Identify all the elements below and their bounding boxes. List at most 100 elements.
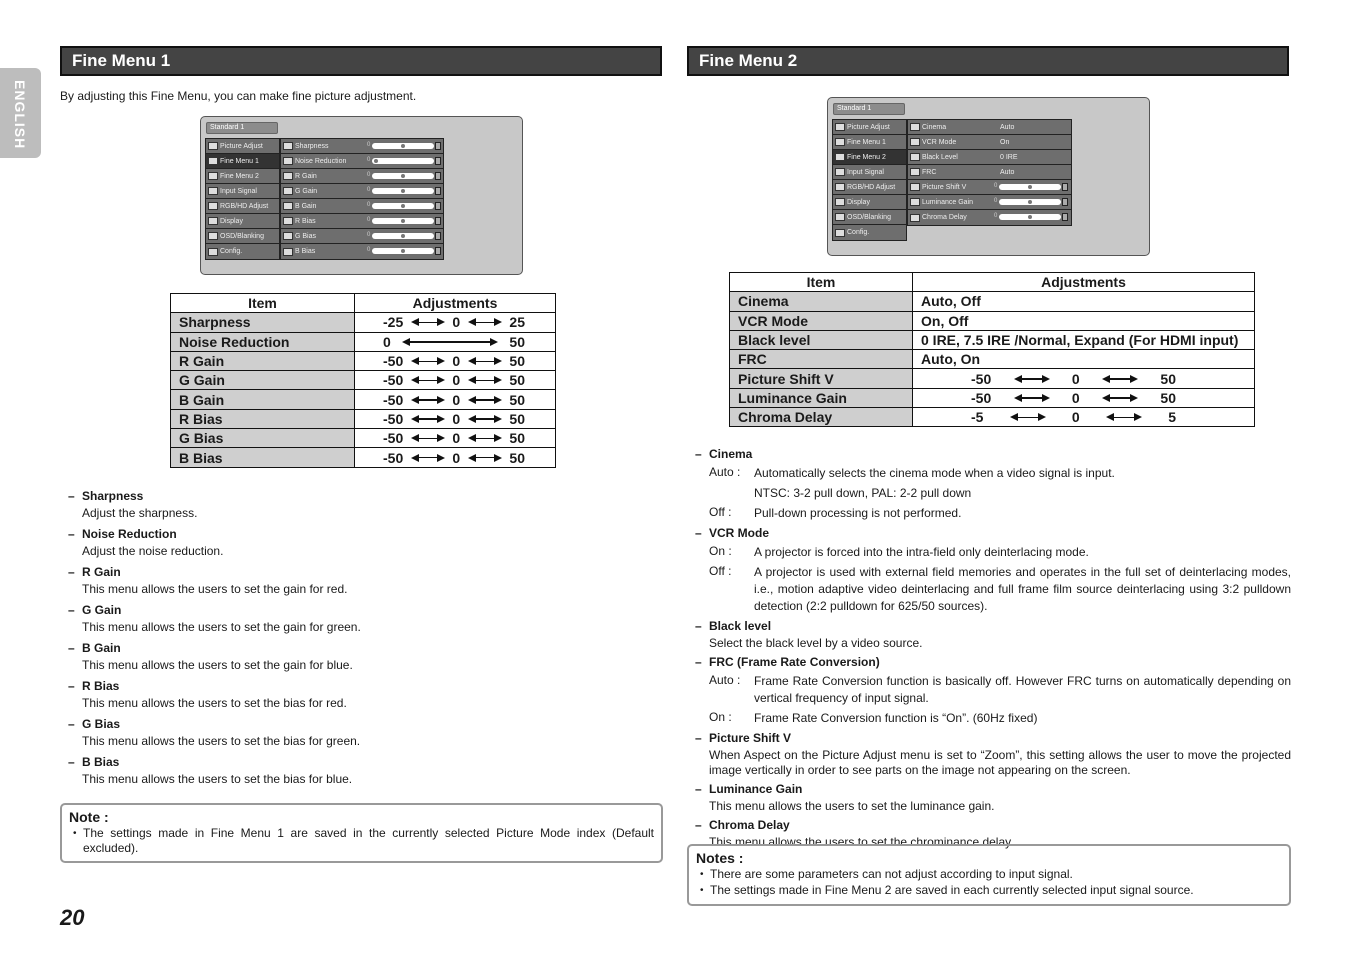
osd-setting-item[interactable]: Chroma Delay 0 [908, 210, 1071, 225]
osd-menu-item[interactable]: Input Signal [206, 184, 279, 199]
osd-slider[interactable]: 0 [367, 172, 441, 180]
osd-slider[interactable]: 0 [994, 213, 1068, 221]
adjustment-range: -5 0 5 [921, 409, 1246, 425]
osd-menu-item[interactable]: Display [833, 195, 906, 210]
slider-right-arrow-icon[interactable] [435, 232, 441, 240]
osd-menu-item[interactable]: OSD/Blanking [833, 210, 906, 225]
osd-slider[interactable]: 0 [367, 187, 441, 195]
osd-setting-item[interactable]: R Gain 0 [281, 169, 443, 184]
slider-knob[interactable] [401, 249, 405, 253]
arrow-head-left [410, 376, 419, 385]
setting-icon [283, 187, 293, 195]
osd-slider[interactable]: 0 [994, 198, 1068, 206]
slider-right-arrow-icon[interactable] [435, 247, 441, 255]
osd-setting-item[interactable]: Cinema Auto [908, 120, 1071, 135]
osd-setting-item[interactable]: R Bias 0 [281, 214, 443, 229]
osd-menu-item[interactable]: Config. [833, 225, 906, 240]
option-key: On : [709, 544, 732, 558]
slider-knob[interactable] [1028, 215, 1032, 219]
osd-setting-item[interactable]: Luminance Gain 0 [908, 195, 1071, 210]
osd-menu-item[interactable]: Picture Adjust [206, 139, 279, 154]
range-min: -50 [383, 430, 404, 447]
osd-menu-item[interactable]: Display [206, 214, 279, 229]
arrow-head-right [493, 357, 502, 366]
slider-right-arrow-icon[interactable] [435, 172, 441, 180]
osd-slider[interactable]: 0 [367, 247, 441, 255]
arrow-head-left [1102, 374, 1111, 383]
osd-submenu: Cinema Auto VCR Mode On Black Level 0 IRE FRC A… [907, 119, 1072, 226]
osd-setting-item[interactable]: Noise Reduction 0 [281, 154, 443, 169]
slider-right-arrow-icon[interactable] [435, 187, 441, 195]
arrow-head-right [436, 453, 445, 462]
osd-slider[interactable]: 0 [367, 202, 441, 210]
osd-slider[interactable]: 0 [994, 183, 1068, 191]
description-text: This menu allows the users to set the ga… [82, 582, 348, 596]
description-heading: Luminance Gain [687, 782, 1291, 797]
osd-slider[interactable]: 0 [367, 217, 441, 225]
option-key: Off : [709, 564, 732, 578]
arrow-head-right [436, 376, 445, 385]
slider-right-arrow-icon[interactable] [435, 157, 441, 165]
slider-right-arrow-icon[interactable] [1062, 198, 1068, 206]
osd-setting-label: Luminance Gain [922, 198, 973, 206]
osd-setting-item[interactable]: B Bias 0 [281, 244, 443, 259]
slider-right-arrow-icon[interactable] [1062, 183, 1068, 191]
osd-slider[interactable]: 0 [367, 232, 441, 240]
osd-setting-item[interactable]: G Bias 0 [281, 229, 443, 244]
osd-menu-item[interactable]: Config. [206, 244, 279, 259]
osd-menu-item[interactable]: Fine Menu 2 [833, 150, 906, 165]
osd-menu-item[interactable]: RGB/HD Adjust [206, 199, 279, 214]
range-mid: 0 [452, 314, 461, 331]
slider-knob[interactable] [1028, 185, 1032, 189]
arrow-head-right [493, 434, 502, 443]
osd-menu-item[interactable]: Input Signal [833, 165, 906, 180]
double-arrow-icon [410, 434, 445, 443]
setting-icon [910, 168, 920, 176]
slider-knob[interactable] [401, 204, 405, 208]
osd-setting-item[interactable]: Sharpness 0 [281, 139, 443, 154]
description-text: This menu allows the users to set the bi… [82, 772, 353, 786]
double-arrow-icon [467, 453, 502, 462]
slider-knob[interactable] [401, 234, 405, 238]
osd-setting-label: B Bias [295, 248, 316, 255]
slider-right-arrow-icon[interactable] [435, 217, 441, 225]
osd-menu-label: OSD/Blanking [847, 213, 891, 221]
osd-menu-item[interactable]: OSD/Blanking [206, 229, 279, 244]
osd-menu-item[interactable]: Fine Menu 2 [206, 169, 279, 184]
osd-setting-item[interactable]: VCR Mode On [908, 135, 1071, 150]
table-row: G Gain -50 0 50 [170, 370, 556, 391]
slider-knob[interactable] [401, 174, 405, 178]
osd-setting-item[interactable]: Black Level 0 IRE [908, 150, 1071, 165]
osd-menu-item[interactable]: Picture Adjust [833, 120, 906, 135]
double-arrow-icon [467, 318, 502, 327]
osd-setting-item[interactable]: FRC Auto [908, 165, 1071, 180]
slider-knob[interactable] [1028, 200, 1032, 204]
arrow-head-right [490, 337, 499, 346]
slider-value: 0 [994, 198, 998, 204]
arrow-head-right [1130, 393, 1139, 402]
osd-setting-item[interactable]: Picture Shift V 0 [908, 180, 1071, 195]
slider-right-arrow-icon[interactable] [1062, 213, 1068, 221]
osd-slider[interactable]: 0 [367, 157, 441, 165]
slider-knob[interactable] [374, 159, 378, 163]
osd-menu-item[interactable]: Fine Menu 1 [833, 135, 906, 150]
osd-menu-item[interactable]: Fine Menu 1 [206, 154, 279, 169]
slider-knob[interactable] [401, 189, 405, 193]
slider-knob[interactable] [401, 144, 405, 148]
slider-right-arrow-icon[interactable] [435, 142, 441, 150]
slider-value: 0 [367, 202, 371, 208]
osd-setting-item[interactable]: G Gain 0 [281, 184, 443, 199]
osd-setting-item[interactable]: B Gain 0 [281, 199, 443, 214]
arrow-head-left [410, 395, 419, 404]
osd-setting-label: R Gain [295, 172, 317, 180]
slider-knob[interactable] [401, 219, 405, 223]
arrow-head-left [1009, 413, 1018, 422]
range-max: 25 [509, 314, 525, 331]
range-mid: 0 [452, 449, 461, 466]
slider-right-arrow-icon[interactable] [435, 202, 441, 210]
adjustment-cell: -5 0 5 [912, 407, 1255, 428]
osd-menu-item[interactable]: RGB/HD Adjust [833, 180, 906, 195]
osd-slider[interactable]: 0 [367, 142, 441, 150]
description-option: NTSC: 3-2 pull down, PAL: 2-2 pull down [687, 485, 1291, 502]
osd-setting-label: Noise Reduction [295, 157, 347, 165]
